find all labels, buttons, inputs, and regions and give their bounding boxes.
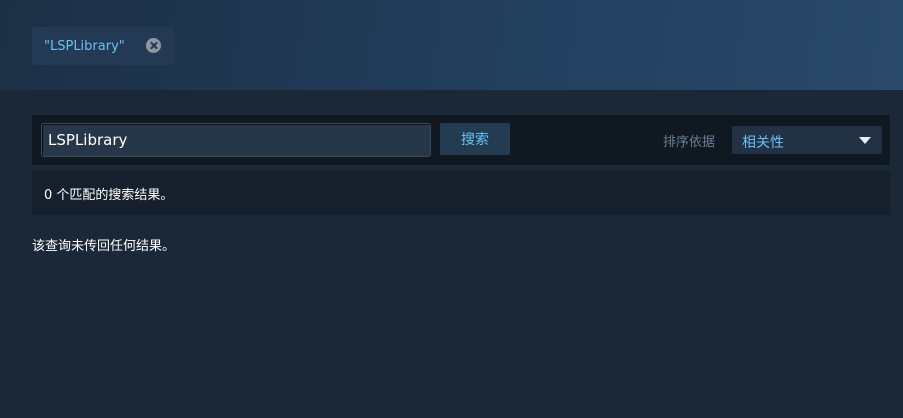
sort-selected-value: 相关性	[742, 135, 784, 151]
result-count-bar: 0 个匹配的搜索结果。	[32, 171, 890, 215]
search-button[interactable]: 搜索	[440, 123, 510, 155]
filter-tag-label: "LSPLibrary"	[44, 38, 125, 54]
search-filter-tag: "LSPLibrary"	[32, 27, 174, 65]
remove-filter-icon[interactable]	[146, 38, 161, 53]
search-input[interactable]	[41, 123, 431, 157]
sort-dropdown[interactable]: 相关性	[732, 126, 882, 154]
no-results-message: 该查询未传回任何结果。	[32, 239, 176, 254]
chevron-down-icon	[859, 137, 871, 144]
result-count-text: 0 个匹配的搜索结果。	[44, 187, 174, 203]
search-bar: 搜索 排序依据 相关性	[32, 115, 890, 165]
sort-label: 排序依据	[663, 135, 716, 150]
